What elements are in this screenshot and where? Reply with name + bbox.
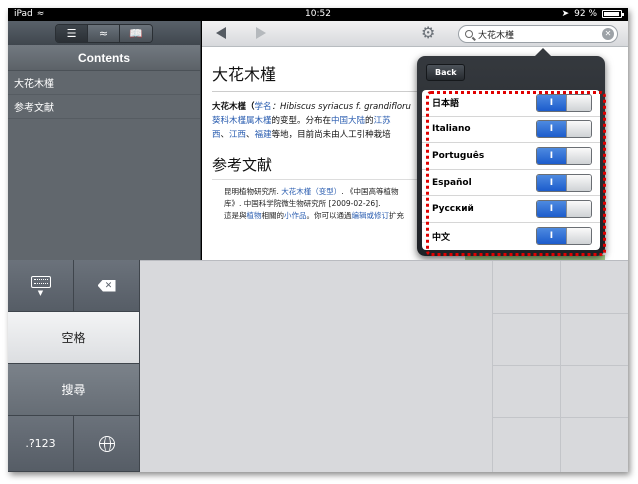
- sidebar-toolbar: ☰ ≈ 📖: [8, 21, 200, 45]
- link-ref-variant[interactable]: 大花木槿（变型）: [281, 187, 341, 196]
- chevron-down-icon: ▼: [37, 288, 44, 297]
- space-key[interactable]: 空格: [8, 312, 140, 364]
- link-plants[interactable]: 植物: [247, 211, 262, 220]
- references-heading: 参考文献: [212, 154, 422, 180]
- intro-line-2: 葵科木槿属木槿的变型。分布在中国大陆的江苏: [212, 116, 391, 126]
- clock: 10:52: [305, 9, 331, 19]
- status-bar: iPad ≈ 10:52 ➤ 92 %: [8, 8, 628, 21]
- globe-icon: [98, 435, 115, 452]
- location-icon: ➤: [561, 9, 570, 19]
- language-row-spanish: Español I: [422, 170, 600, 197]
- sidebar-item-references[interactable]: 参考文献: [8, 95, 200, 119]
- popover-header: Back: [422, 61, 600, 85]
- clear-icon[interactable]: ✕: [602, 28, 614, 40]
- link-fujian[interactable]: 福建: [255, 130, 272, 140]
- link-genus[interactable]: 葵科木槿属木槿: [212, 116, 272, 126]
- language-label: 中文: [432, 232, 451, 243]
- language-label: Русский: [432, 204, 474, 215]
- back-arrow-icon[interactable]: [216, 27, 226, 39]
- contents-title: Contents: [8, 45, 200, 71]
- status-right: ➤ 92 %: [561, 9, 624, 19]
- language-row-japanese: 日本語 I: [422, 90, 600, 117]
- battery-icon: [602, 10, 624, 18]
- backspace-key[interactable]: ✕: [74, 260, 140, 312]
- search-value: 大花木槿: [478, 30, 515, 41]
- language-label: Español: [432, 177, 472, 188]
- reference-1: 昆明植物研究所. 大花木槿（变型）. 《中国高等植物: [224, 187, 399, 196]
- link-scientific-name[interactable]: 学名: [255, 102, 272, 112]
- search-icon: [465, 30, 473, 38]
- language-toggle[interactable]: I: [536, 200, 592, 219]
- battery-label: 92 %: [574, 9, 597, 19]
- link-region-a[interactable]: 西: [212, 130, 221, 140]
- forward-arrow-icon[interactable]: [256, 27, 266, 39]
- search-input[interactable]: 大花木槿 ✕: [458, 25, 618, 43]
- gear-icon[interactable]: ⚙: [421, 25, 435, 41]
- popover-arrow: [535, 48, 551, 56]
- language-toggle[interactable]: I: [536, 120, 592, 139]
- hide-keyboard-key[interactable]: ▼: [8, 260, 74, 312]
- book-icon: 📖: [129, 26, 143, 40]
- reference-2: 库》. 中国科学院微生物研究所 [2009-02-26].: [224, 199, 381, 208]
- link-mainland-china[interactable]: 中国大陆: [331, 116, 365, 126]
- book-view-button[interactable]: 📖: [120, 24, 152, 42]
- link-jiangsu[interactable]: 江苏: [374, 116, 391, 126]
- link-stub[interactable]: 小作品: [284, 211, 307, 220]
- language-label: 日本語: [432, 99, 460, 110]
- language-row-chinese: 中文 I: [422, 223, 600, 250]
- ipad-screen: iPad ≈ 10:52 ➤ 92 % ☰ ≈ 📖 Contents 大花木槿 …: [8, 8, 628, 472]
- language-row-portuguese: Português I: [422, 143, 600, 170]
- language-toggle[interactable]: I: [536, 146, 592, 165]
- numbers-key[interactable]: .?123: [8, 416, 74, 472]
- keyboard-icon: [30, 275, 51, 288]
- article-toolbar: ⚙ 大花木槿 ✕: [202, 21, 628, 47]
- intro-line-1: 大花木槿（学名：Hibiscus syriacus f. grandifloru: [212, 102, 411, 112]
- wave-view-button[interactable]: ≈: [88, 24, 120, 42]
- language-label: Português: [432, 150, 485, 161]
- sidebar-item-title[interactable]: 大花木槿: [8, 71, 200, 95]
- search-key[interactable]: 搜尋: [8, 364, 140, 416]
- language-label: Italiano: [432, 124, 471, 135]
- intro-line-3: 西、江西、福建等地，目前尚未由人工引种栽培: [212, 130, 391, 140]
- language-toggle[interactable]: I: [536, 93, 592, 112]
- language-list: 日本語 I Italiano I Português I Español I Р…: [422, 90, 600, 250]
- language-popover: Back 日本語 I Italiano I Português I Españo…: [417, 48, 605, 256]
- language-row-russian: Русский I: [422, 196, 600, 223]
- link-edit[interactable]: 编辑或修订: [352, 211, 390, 220]
- link-jiangxi[interactable]: 江西: [229, 130, 246, 140]
- backspace-icon: ✕: [97, 279, 116, 292]
- contents-sidebar: ☰ ≈ 📖 Contents 大花木槿 参考文献: [8, 21, 201, 260]
- language-toggle[interactable]: I: [536, 173, 592, 192]
- approx-icon: ≈: [98, 26, 109, 40]
- view-segmented-control: ☰ ≈ 📖: [55, 23, 153, 43]
- keyboard-empty-area: [140, 260, 628, 472]
- language-toggle[interactable]: I: [536, 227, 592, 246]
- list-view-button[interactable]: ☰: [56, 24, 88, 42]
- language-row-italian: Italiano I: [422, 117, 600, 144]
- list-icon: ☰: [66, 26, 77, 40]
- keyboard: ▼ ✕ 空格 搜尋 .?123: [8, 260, 628, 472]
- stub-note: 這是與植物相關的小作品。你可以通過编辑或修订扩充: [224, 211, 404, 220]
- article-title: 大花木槿: [212, 61, 422, 92]
- back-button[interactable]: Back: [426, 64, 465, 81]
- globe-key[interactable]: [74, 416, 140, 472]
